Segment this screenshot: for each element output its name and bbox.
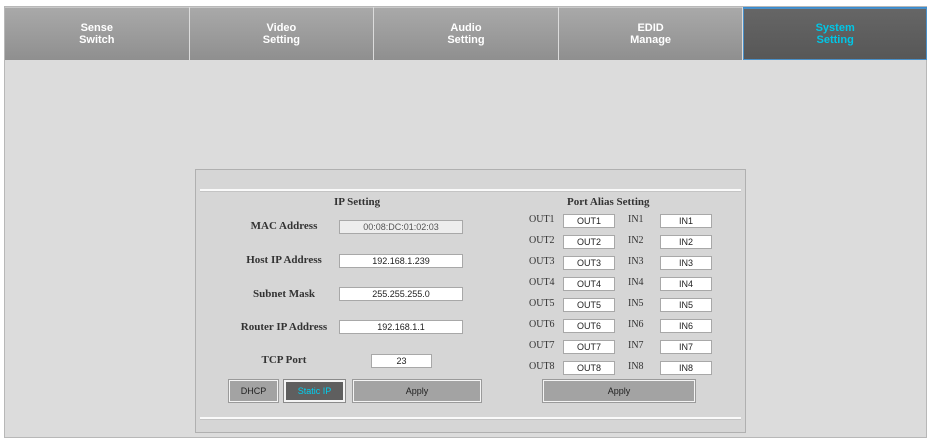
tab-label-line2: Setting bbox=[447, 34, 485, 46]
out3-alias-field[interactable] bbox=[563, 256, 615, 270]
ip-setting-title: IP Setting bbox=[334, 196, 381, 208]
out3-label: OUT3 bbox=[529, 256, 555, 267]
in8-alias-field[interactable] bbox=[660, 361, 712, 375]
tab-edid-manage[interactable]: EDID Manage bbox=[558, 7, 743, 60]
out8-label: OUT8 bbox=[529, 361, 555, 372]
main-tab-bar: Sense Switch Video Setting Audio Setting… bbox=[5, 7, 927, 60]
in2-alias-field[interactable] bbox=[660, 235, 712, 249]
ip-apply-button[interactable]: Apply bbox=[353, 380, 481, 402]
port-alias-title: Port Alias Setting bbox=[567, 196, 650, 208]
tab-label-line1: Sense bbox=[80, 22, 113, 34]
host-ip-label: Host IP Address bbox=[246, 254, 322, 266]
in7-label: IN7 bbox=[628, 340, 644, 351]
host-ip-field[interactable] bbox=[339, 254, 463, 268]
tab-label-line2: Setting bbox=[816, 34, 854, 46]
tab-label-line1: Video bbox=[266, 22, 297, 34]
in4-label: IN4 bbox=[628, 277, 644, 288]
out6-label: OUT6 bbox=[529, 319, 555, 330]
tab-label-line1: System bbox=[815, 22, 855, 34]
tab-system-setting[interactable]: System Setting bbox=[743, 7, 927, 60]
tab-label-line2: Setting bbox=[262, 34, 301, 46]
in7-alias-field[interactable] bbox=[660, 340, 712, 354]
out1-label: OUT1 bbox=[529, 214, 555, 225]
tab-label-line1: Audio bbox=[450, 22, 482, 34]
in5-alias-field[interactable] bbox=[660, 298, 712, 312]
in3-label: IN3 bbox=[628, 256, 644, 267]
in3-alias-field[interactable] bbox=[660, 256, 712, 270]
out5-alias-field[interactable] bbox=[563, 298, 615, 312]
tab-video-setting[interactable]: Video Setting bbox=[189, 7, 374, 60]
mac-address-field bbox=[339, 220, 463, 234]
router-ip-label: Router IP Address bbox=[240, 321, 328, 333]
tcp-port-field[interactable] bbox=[371, 354, 432, 368]
out5-label: OUT5 bbox=[529, 298, 555, 309]
tab-label-line2: Switch bbox=[79, 34, 115, 46]
dhcp-button[interactable]: DHCP bbox=[229, 380, 278, 402]
tab-label-line1: EDID bbox=[637, 22, 664, 34]
subnet-mask-label: Subnet Mask bbox=[252, 288, 316, 300]
settings-panel: IP Setting MAC Address Host IP Address S… bbox=[195, 169, 746, 433]
router-ip-field[interactable] bbox=[339, 320, 463, 334]
in8-label: IN8 bbox=[628, 361, 644, 372]
tab-audio-setting[interactable]: Audio Setting bbox=[374, 7, 558, 60]
out6-alias-field[interactable] bbox=[563, 319, 615, 333]
mac-address-label: MAC Address bbox=[250, 220, 318, 232]
out2-alias-field[interactable] bbox=[563, 235, 615, 249]
subnet-mask-field[interactable] bbox=[339, 287, 463, 301]
in5-label: IN5 bbox=[628, 298, 644, 309]
panel-divider-top bbox=[200, 189, 741, 192]
tab-sense-switch[interactable]: Sense Switch bbox=[5, 7, 189, 60]
tcp-port-label: TCP Port bbox=[261, 354, 307, 366]
in1-alias-field[interactable] bbox=[660, 214, 712, 228]
in2-label: IN2 bbox=[628, 235, 644, 246]
in6-label: IN6 bbox=[628, 319, 644, 330]
out7-label: OUT7 bbox=[529, 340, 555, 351]
out4-label: OUT4 bbox=[529, 277, 555, 288]
in4-alias-field[interactable] bbox=[660, 277, 712, 291]
in6-alias-field[interactable] bbox=[660, 319, 712, 333]
out2-label: OUT2 bbox=[529, 235, 555, 246]
in1-label: IN1 bbox=[628, 214, 644, 225]
out1-alias-field[interactable] bbox=[563, 214, 615, 228]
out7-alias-field[interactable] bbox=[563, 340, 615, 354]
out8-alias-field[interactable] bbox=[563, 361, 615, 375]
out4-alias-field[interactable] bbox=[563, 277, 615, 291]
panel-divider-bottom bbox=[200, 417, 741, 420]
static-ip-button[interactable]: Static IP bbox=[284, 380, 345, 402]
alias-apply-button[interactable]: Apply bbox=[543, 380, 695, 402]
tab-label-line2: Manage bbox=[630, 34, 672, 46]
